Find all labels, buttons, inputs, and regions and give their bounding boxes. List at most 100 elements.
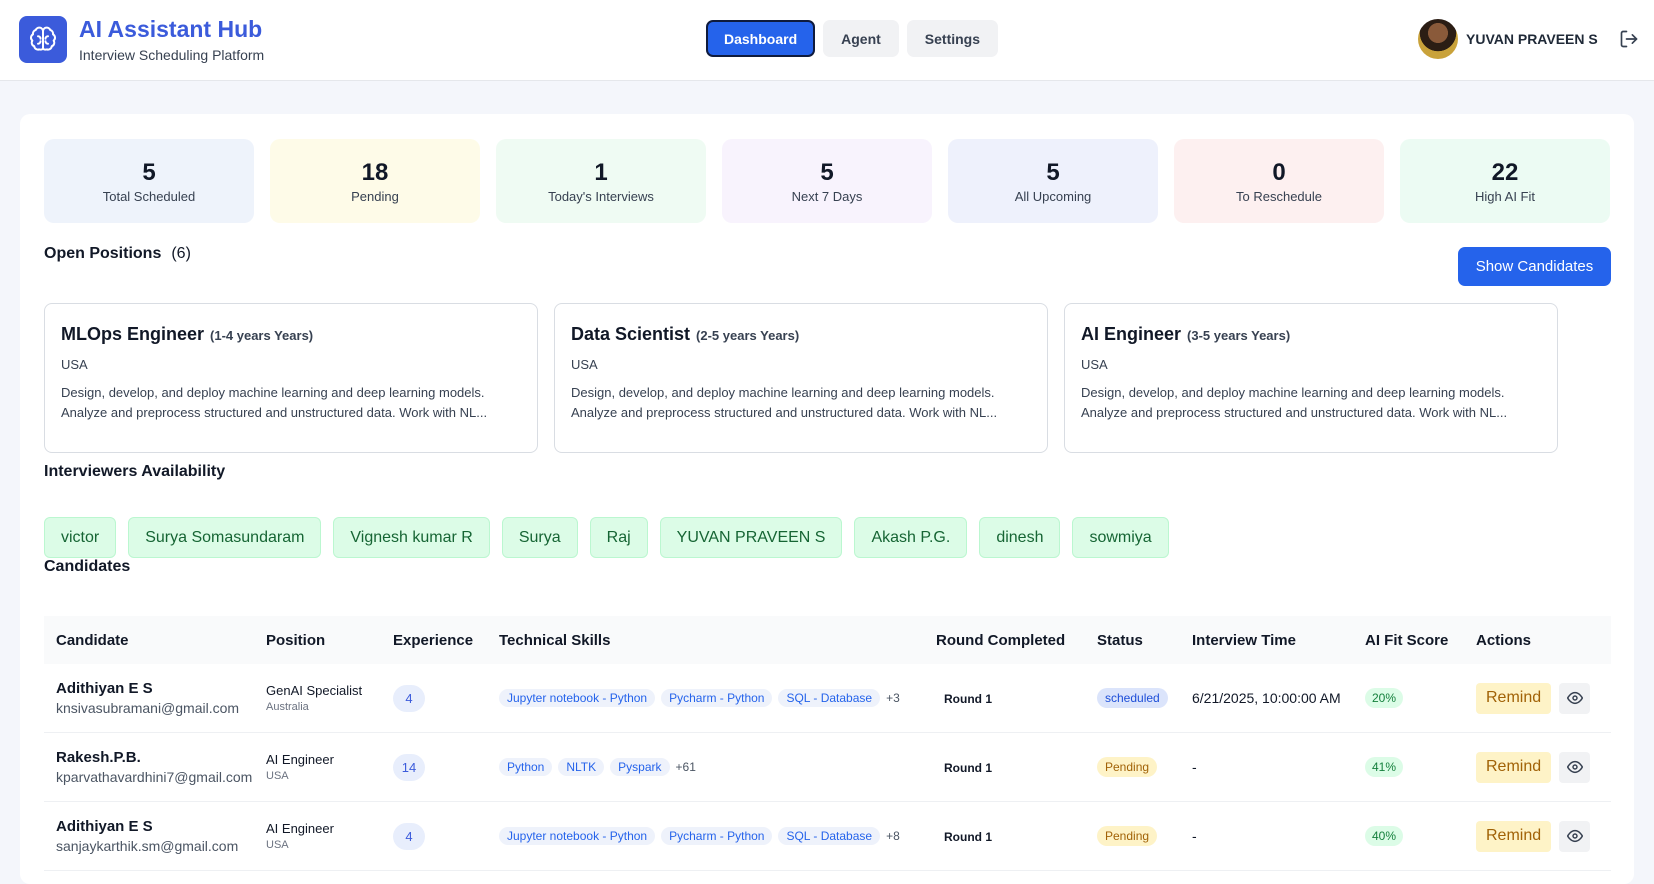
interviewer-chip[interactable]: Raj <box>589 517 648 558</box>
column-header[interactable]: Experience <box>393 632 499 649</box>
candidate-location: USA <box>266 839 289 851</box>
position-description: Design, develop, and deploy machine lear… <box>571 385 998 420</box>
experience-badge: 4 <box>393 684 425 712</box>
app-subtitle: Interview Scheduling Platform <box>79 47 265 63</box>
remind-button[interactable]: Remind <box>1476 682 1552 714</box>
table-row[interactable]: Rakesh.P.B. kparvathavardhini7@gmail.com… <box>44 733 1611 802</box>
position-title: MLOps Engineer <box>61 324 205 344</box>
remind-button[interactable]: Remind <box>1476 820 1552 852</box>
brain-icon <box>29 26 57 51</box>
position-location: USA <box>571 357 598 372</box>
view-button[interactable] <box>1559 820 1591 852</box>
skill-tag: Python <box>499 758 553 776</box>
position-card-data-scientist[interactable]: Data Scientist (2-5 years Years) USA Desi… <box>554 303 1048 453</box>
position-card-mlops-engineer[interactable]: MLOps Engineer (1-4 years Years) USA Desi… <box>44 303 538 453</box>
column-header[interactable]: Position <box>266 632 393 649</box>
column-header[interactable]: Interview Time <box>1192 632 1365 649</box>
interview-time: 6/21/2025, 10:00:00 AM <box>1192 690 1341 706</box>
interviewers-heading: Interviewers Availability <box>44 463 226 480</box>
table-row[interactable]: Adithiyan E S sanjaykarthik.sm@gmail.com… <box>44 802 1611 871</box>
stat-pending[interactable]: 18 Pending <box>270 139 480 223</box>
interviewer-chip[interactable]: Akash P.G. <box>854 517 968 558</box>
more-skills-count[interactable]: +8 <box>886 829 900 843</box>
eye-icon <box>1566 691 1583 705</box>
interviewer-chip[interactable]: victor <box>44 517 117 558</box>
stat-to-reschedule[interactable]: 0 To Reschedule <box>1174 139 1384 223</box>
stat-todays-interviews[interactable]: 1 Today's Interviews <box>496 139 706 223</box>
round-completed: Round 1 <box>944 760 992 775</box>
table-header: Candidate Position Experience Technical … <box>44 616 1611 664</box>
skill-tag: Pyspark <box>610 758 670 776</box>
open-positions-heading: Open Positions (6) <box>44 245 191 263</box>
app-title: AI Assistant Hub <box>79 16 263 42</box>
column-header[interactable]: Status <box>1097 632 1192 649</box>
stat-value: 0 <box>1272 159 1286 186</box>
more-skills-count[interactable]: +61 <box>676 760 696 774</box>
candidate-email: sanjaykarthik.sm@gmail.com <box>56 838 239 854</box>
column-header[interactable]: Technical Skills <box>499 632 936 649</box>
position-title: Data Scientist <box>571 324 691 344</box>
interview-time: - <box>1192 828 1197 844</box>
position-card-ai-engineer[interactable]: AI Engineer (3-5 years Years) USA Design,… <box>1064 303 1558 453</box>
stat-next-7-days[interactable]: 5 Next 7 Days <box>722 139 932 223</box>
candidate-location: USA <box>266 770 289 782</box>
positions-list: MLOps Engineer (1-4 years Years) USA Desi… <box>44 303 1558 453</box>
stat-value: 5 <box>820 159 834 186</box>
table-row[interactable]: Adithiyan E S knsivasubramani@gmail.com … <box>44 664 1611 733</box>
candidates-table: Candidate Position Experience Technical … <box>44 616 1611 871</box>
ai-fit-score: 41% <box>1365 757 1404 777</box>
column-header[interactable]: Actions <box>1476 632 1606 649</box>
tab-agent[interactable]: Agent <box>823 20 899 57</box>
status-badge: Pending <box>1097 757 1158 777</box>
show-candidates-button[interactable]: Show Candidates <box>1458 247 1611 286</box>
position-title: AI Engineer <box>1081 324 1182 344</box>
interviewer-chip[interactable]: YUVAN PRAVEEN S <box>659 517 843 558</box>
stat-high-ai-fit[interactable]: 22 High AI Fit <box>1400 139 1610 223</box>
skill-tag: NLTK <box>558 758 605 776</box>
skill-tag: Jupyter notebook - Python <box>499 827 656 845</box>
stat-value: 5 <box>1046 159 1060 186</box>
stat-label: Pending <box>351 189 399 204</box>
tab-dashboard[interactable]: Dashboard <box>706 20 816 57</box>
position-description: Design, develop, and deploy machine lear… <box>61 385 488 420</box>
column-header[interactable]: Candidate <box>44 632 266 649</box>
logout-button[interactable] <box>1618 28 1640 50</box>
stat-value: 1 <box>594 159 608 186</box>
skill-tag: SQL - Database <box>778 827 881 845</box>
candidate-email: knsivasubramani@gmail.com <box>56 700 240 716</box>
more-skills-count[interactable]: +3 <box>886 691 900 705</box>
stat-all-upcoming[interactable]: 5 All Upcoming <box>948 139 1158 223</box>
stat-value: 22 <box>1491 159 1519 186</box>
user-name: YUVAN PRAVEEN S <box>1466 31 1598 47</box>
view-button[interactable] <box>1559 682 1591 714</box>
tab-settings[interactable]: Settings <box>906 20 999 57</box>
column-header[interactable]: Round Completed <box>936 632 1097 649</box>
app-logo[interactable] <box>19 16 67 63</box>
interviewer-chip[interactable]: dinesh <box>979 517 1061 558</box>
stat-label: Next 7 Days <box>791 189 863 204</box>
stat-value: 18 <box>361 159 389 186</box>
view-button[interactable] <box>1559 751 1591 783</box>
candidate-position: AI Engineer <box>266 821 334 836</box>
interviewer-chip[interactable]: Surya <box>501 517 578 558</box>
open-positions-count: (6) <box>171 245 191 262</box>
column-header[interactable]: AI Fit Score <box>1365 632 1476 649</box>
skill-tag: Pycharm - Python <box>661 827 773 845</box>
eye-icon <box>1566 760 1583 774</box>
experience-badge: 14 <box>393 753 425 781</box>
candidate-name: Adithiyan E S <box>56 818 153 835</box>
interviewer-chip[interactable]: Vignesh kumar R <box>333 517 490 558</box>
interviewer-chip[interactable]: Surya Somasundaram <box>128 517 322 558</box>
interviewer-chip[interactable]: sowmiya <box>1072 517 1169 558</box>
dashboard-panel: 5 Total Scheduled 18 Pending 1 Today's I… <box>20 114 1634 884</box>
candidate-position: GenAI Specialist <box>266 683 363 698</box>
round-completed: Round 1 <box>944 829 992 844</box>
stat-total-scheduled[interactable]: 5 Total Scheduled <box>44 139 254 223</box>
position-location: USA <box>1081 357 1108 372</box>
interview-time: - <box>1192 759 1197 775</box>
avatar[interactable] <box>1418 19 1458 59</box>
remind-button[interactable]: Remind <box>1476 751 1552 783</box>
skill-tag: Pycharm - Python <box>661 689 773 707</box>
position-experience: (3-5 years Years) <box>1187 328 1291 343</box>
ai-fit-score: 40% <box>1365 826 1404 846</box>
